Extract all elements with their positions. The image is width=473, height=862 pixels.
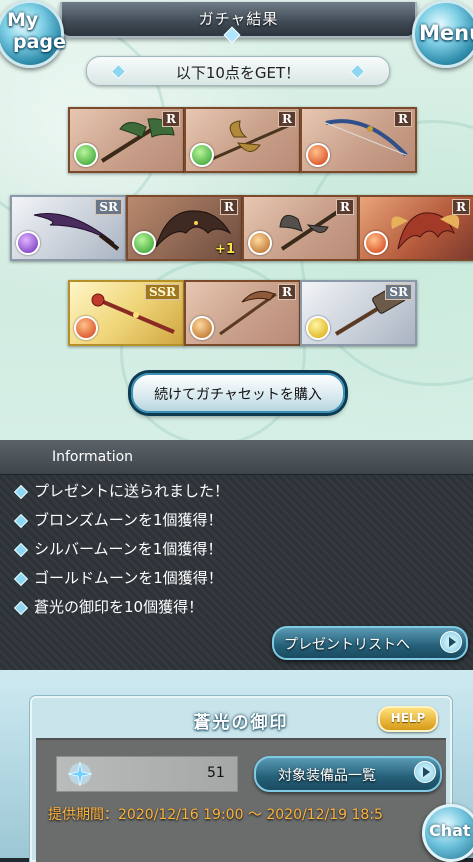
page-title: ガチャ結果 [198,10,279,28]
seal-area: 蒼光の御印 HELP 51 対象装備品一覧 提供期間：2020/12/16 19… [0,670,473,862]
rarity-badge: R [394,111,412,127]
info-line: プレゼントに送られました！ [34,482,230,500]
present-list-label: プレゼントリストへ [284,637,410,653]
gacha-result-area: ガチャ結果 My page Menu 以下10点をGET！ R R [0,0,473,440]
seal-content: 51 対象装備品一覧 提供期間：2020/12/16 19:00 ～ 2020/… [36,738,446,862]
rarity-badge: SR [95,199,122,215]
rarity-badge: SR [385,284,412,300]
light-element-icon [306,316,330,340]
diamond-icon [13,571,29,587]
present-list-button[interactable]: プレゼントリストへ [272,626,468,660]
rarity-badge: R [278,284,296,300]
result-item-3[interactable]: R [300,107,417,173]
menu-label: Menu [419,21,473,45]
seal-panel: 蒼光の御印 HELP 51 対象装備品一覧 提供期間：2020/12/16 19… [30,696,452,862]
target-equipment-label: 対象装備品一覧 [278,768,376,784]
info-line: ブロンズムーンを1個獲得！ [34,511,223,529]
diamond-icon [13,542,29,558]
result-item-2[interactable]: R [184,107,301,173]
continue-gacha-label: 続けてガチャセットを購入 [154,387,322,403]
info-line: シルバームーンを1個獲得！ [34,540,223,558]
fire-element-icon [74,316,98,340]
get-banner-text: 以下10点をGET！ [175,64,301,82]
mypage-label-line2: page [13,31,66,53]
list-item: ゴールドムーンを1個獲得！ [13,567,229,596]
help-button[interactable]: HELP [378,706,438,732]
arrow-right-icon [414,761,436,783]
earth-element-icon [248,231,272,255]
rarity-badge: SSR [144,284,180,300]
result-item-6[interactable]: R [242,195,359,261]
info-line: 蒼光の御印を10個獲得！ [34,598,204,616]
info-line: ゴールドムーンを1個獲得！ [34,569,223,587]
result-item-4[interactable]: SR [10,195,127,261]
rarity-badge: R [278,111,296,127]
diamond-icon [13,484,29,500]
rarity-badge: R [162,111,180,127]
dark-element-icon [16,231,40,255]
information-header: Information [0,440,473,475]
list-item: 蒼光の御印を10個獲得！ [13,596,229,625]
help-label: HELP [390,711,426,725]
result-item-1[interactable]: R [68,107,185,173]
fire-element-icon [306,143,330,167]
target-equipment-button[interactable]: 対象装備品一覧 [254,756,442,792]
rarity-badge: R [220,199,238,215]
continue-gacha-button[interactable]: 続けてガチャセットを購入 [131,373,345,413]
list-item: プレゼントに送られました！ [13,480,230,509]
information-title: Information [52,449,134,465]
fire-element-icon [364,231,388,255]
list-item: ブロンズムーンを1個獲得！ [13,509,229,538]
information-list: プレゼントに送られました！ ブロンズムーンを1個獲得！ シルバームーンを1個獲得… [13,480,230,625]
result-item-9[interactable]: R [184,280,301,346]
get-banner: 以下10点をGET！ [86,56,390,86]
bonus-plus-badge: +1 [215,242,235,257]
wind-element-icon [132,231,156,255]
rarity-badge: R [336,199,354,215]
list-item: シルバームーンを1個獲得！ [13,538,229,567]
information-panel: Information プレゼントに送られました！ ブロンズムーンを1個獲得！ … [0,440,473,670]
wind-element-icon [190,143,214,167]
result-item-8[interactable]: SSR [68,280,185,346]
wind-element-icon [74,143,98,167]
result-item-7[interactable]: R [358,195,473,261]
diamond-icon [13,600,29,616]
blue-seal-icon [67,761,93,787]
seal-count-box: 51 [56,756,238,792]
availability-period: 提供期間：2020/12/16 19:00 ～ 2020/12/19 18:5 [48,807,383,823]
rarity-badge: R [452,199,470,215]
earth-element-icon [190,316,214,340]
menu-button[interactable]: Menu [412,0,473,68]
result-item-5[interactable]: R +1 [126,195,243,261]
chat-label: Chat [429,821,471,840]
mypage-label-line1: My [7,9,39,31]
diamond-icon [13,513,29,529]
arrow-right-icon [440,631,462,653]
chat-button[interactable]: Chat [422,804,473,862]
seal-count: 51 [207,765,225,781]
result-item-10[interactable]: SR [300,280,417,346]
